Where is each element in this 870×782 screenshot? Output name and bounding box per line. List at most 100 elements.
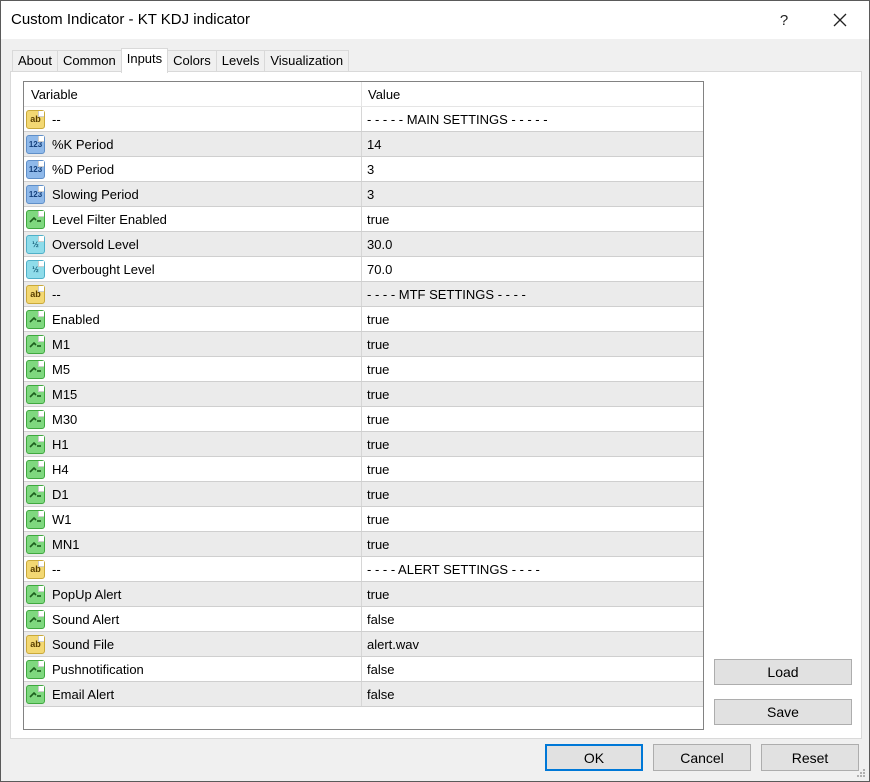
variable-name: Enabled (52, 311, 100, 327)
reset-button[interactable]: Reset (761, 744, 859, 771)
value-cell[interactable]: true (362, 357, 703, 381)
value-cell[interactable]: true (362, 432, 703, 456)
load-button[interactable]: Load (714, 659, 852, 685)
value-cell[interactable]: true (362, 382, 703, 406)
value-cell[interactable]: true (362, 532, 703, 556)
window-title: Custom Indicator - KT KDJ indicator (11, 11, 250, 28)
value-cell[interactable]: alert.wav (362, 632, 703, 656)
input-row[interactable]: Sound Alert false (24, 607, 703, 632)
variable-cell: PopUp Alert (24, 582, 362, 606)
value-cell[interactable]: - - - - ALERT SETTINGS - - - - (362, 557, 703, 581)
variable-cell: 123 %K Period (24, 132, 362, 156)
value-cell[interactable]: true (362, 207, 703, 231)
input-row[interactable]: ab -- - - - - - MAIN SETTINGS - - - - - (24, 107, 703, 132)
input-row[interactable]: Email Alert false (24, 682, 703, 707)
variable-cell: Email Alert (24, 682, 362, 706)
variable-cell: ½ Oversold Level (24, 232, 362, 256)
input-row[interactable]: M30 true (24, 407, 703, 432)
input-row[interactable]: ab Sound File alert.wav (24, 632, 703, 657)
boolean-type-icon (26, 409, 45, 429)
input-row[interactable]: PopUp Alert true (24, 582, 703, 607)
input-row[interactable]: M5 true (24, 357, 703, 382)
variable-cell: 123 Slowing Period (24, 182, 362, 206)
value-cell[interactable]: 3 (362, 182, 703, 206)
inputs-panel: Variable Value ab -- - - - - - MAIN SETTIN… (10, 71, 862, 739)
value-cell[interactable]: true (362, 507, 703, 531)
variable-name: Sound File (52, 636, 115, 652)
variable-cell: ½ Overbought Level (24, 257, 362, 281)
input-row[interactable]: ½ Oversold Level 30.0 (24, 232, 703, 257)
input-row[interactable]: 123 %D Period 3 (24, 157, 703, 182)
variable-name: Oversold Level (52, 236, 139, 252)
tab-about[interactable]: About (12, 50, 58, 72)
tab-visualization[interactable]: Visualization (264, 50, 350, 72)
value-cell[interactable]: 30.0 (362, 232, 703, 256)
help-button[interactable]: ? (761, 1, 807, 39)
input-row[interactable]: M15 true (24, 382, 703, 407)
variable-cell: D1 (24, 482, 362, 506)
integer-type-icon: 123 (26, 184, 45, 204)
input-row[interactable]: ab -- - - - - ALERT SETTINGS - - - - (24, 557, 703, 582)
input-row[interactable]: W1 true (24, 507, 703, 532)
double-type-icon: ½ (26, 259, 45, 279)
value-cell[interactable]: true (362, 582, 703, 606)
input-row[interactable]: MN1 true (24, 532, 703, 557)
boolean-type-icon (26, 584, 45, 604)
variable-cell: M15 (24, 382, 362, 406)
tab-inputs[interactable]: Inputs (120, 48, 169, 73)
save-button[interactable]: Save (714, 699, 852, 725)
value-cell[interactable]: false (362, 607, 703, 631)
input-row[interactable]: 123 %K Period 14 (24, 132, 703, 157)
value-cell[interactable]: 14 (362, 132, 703, 156)
variable-name: -- (52, 561, 61, 577)
input-row[interactable]: H4 true (24, 457, 703, 482)
value-cell[interactable]: false (362, 682, 703, 706)
string-type-icon: ab (26, 634, 45, 654)
input-row[interactable]: ½ Overbought Level 70.0 (24, 257, 703, 282)
tab-colors[interactable]: Colors (167, 50, 217, 72)
variable-cell: ab -- (24, 557, 362, 581)
input-row[interactable]: H1 true (24, 432, 703, 457)
input-row[interactable]: Level Filter Enabled true (24, 207, 703, 232)
tab-common[interactable]: Common (56, 50, 122, 72)
input-row[interactable]: Pushnotification false (24, 657, 703, 682)
variable-cell: M1 (24, 332, 362, 356)
variable-cell: Level Filter Enabled (24, 207, 362, 231)
value-cell[interactable]: true (362, 307, 703, 331)
value-cell[interactable]: 3 (362, 157, 703, 181)
value-cell[interactable]: true (362, 407, 703, 431)
input-row[interactable]: M1 true (24, 332, 703, 357)
variable-name: Slowing Period (52, 186, 139, 202)
boolean-type-icon (26, 659, 45, 679)
variable-name: H1 (52, 436, 69, 452)
variable-name: Level Filter Enabled (52, 211, 167, 227)
value-cell[interactable]: true (362, 332, 703, 356)
variable-cell: ab Sound File (24, 632, 362, 656)
resize-grip-icon[interactable] (856, 768, 866, 778)
value-cell[interactable]: true (362, 457, 703, 481)
value-cell[interactable]: false (362, 657, 703, 681)
input-row[interactable]: D1 true (24, 482, 703, 507)
value-cell[interactable]: true (362, 482, 703, 506)
column-header-value[interactable]: Value (362, 82, 703, 106)
close-button[interactable] (815, 1, 865, 39)
boolean-type-icon (26, 309, 45, 329)
input-row[interactable]: 123 Slowing Period 3 (24, 182, 703, 207)
variable-cell: MN1 (24, 532, 362, 556)
variable-name: %D Period (52, 161, 115, 177)
input-row[interactable]: Enabled true (24, 307, 703, 332)
grid-header: Variable Value (24, 82, 703, 107)
boolean-type-icon (26, 484, 45, 504)
input-row[interactable]: ab -- - - - - MTF SETTINGS - - - - (24, 282, 703, 307)
variable-name: Sound Alert (52, 611, 120, 627)
value-cell[interactable]: - - - - MTF SETTINGS - - - - (362, 282, 703, 306)
string-type-icon: ab (26, 559, 45, 579)
value-cell[interactable]: - - - - - MAIN SETTINGS - - - - - (362, 107, 703, 131)
value-cell[interactable]: 70.0 (362, 257, 703, 281)
cancel-button[interactable]: Cancel (653, 744, 751, 771)
tab-levels[interactable]: Levels (215, 50, 266, 72)
ok-button[interactable]: OK (545, 744, 643, 771)
variable-cell: ab -- (24, 282, 362, 306)
column-header-variable[interactable]: Variable (24, 82, 362, 106)
boolean-type-icon (26, 384, 45, 404)
